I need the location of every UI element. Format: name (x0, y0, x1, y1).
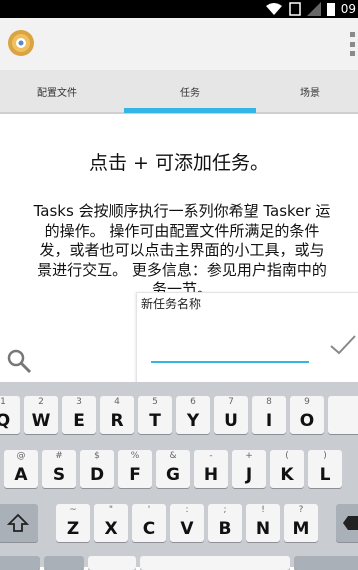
key-c[interactable]: ' C (132, 504, 166, 542)
tasks-description: Tasks 会按顺序执行一系列你希望 Tasker 运 的操作。 操作可由配置文… (0, 202, 358, 300)
signal-icon (306, 2, 321, 16)
description-line: Tasks 会按顺序执行一系列你希望 Tasker 运 (33, 202, 331, 220)
key-v[interactable]: :V (170, 504, 204, 542)
key-z[interactable]: ~ Z (56, 504, 90, 542)
status-time: 09 (340, 2, 356, 16)
key-w[interactable]: 2W (24, 396, 58, 434)
key-p[interactable] (328, 396, 358, 434)
selected-tab-indicator (124, 108, 256, 113)
key-m[interactable]: ? M (284, 504, 318, 542)
key-y[interactable]: 6Y (176, 396, 210, 434)
new-task-name-label: 新任务名称 (141, 297, 202, 311)
language-key[interactable] (88, 556, 136, 570)
settings-key[interactable] (44, 556, 84, 570)
key-b[interactable]: ; B (208, 504, 242, 542)
key-h[interactable]: -H (194, 450, 228, 488)
tab-bar: 配置文件 任务 场景 (0, 70, 358, 114)
status-icons: 09 (265, 0, 358, 18)
task-name-input[interactable] (151, 339, 309, 363)
key-r[interactable]: 4R (100, 396, 134, 434)
status-bar: 09 (0, 0, 358, 18)
tab-scenes[interactable]: 场景 (262, 70, 358, 112)
space-bar[interactable] (140, 556, 290, 570)
key-u[interactable]: 7U (214, 396, 248, 434)
key-x[interactable]: " X (94, 504, 128, 542)
key-g[interactable]: & G (156, 450, 190, 488)
add-task-hint: 点击 + 可添加任务。 (89, 152, 269, 174)
key-l[interactable]: ) L (308, 450, 342, 488)
no-sim-icon (288, 2, 301, 16)
key-q[interactable]: 1Q (0, 396, 20, 434)
description-line: 发，或者也可以点击主界面的小工具，或与 (39, 241, 325, 259)
key-n[interactable]: ! N (246, 504, 280, 542)
search-icon[interactable] (4, 346, 34, 376)
description-line: 景进行交互。 更多信息：参见用户指南中的 (37, 260, 327, 279)
key-a[interactable]: @ A (4, 450, 38, 488)
shift-arrow-icon (7, 513, 29, 532)
key-i[interactable]: 8I (252, 396, 286, 434)
key-t[interactable]: 5T (138, 396, 172, 434)
overflow-menu-icon[interactable] (350, 32, 358, 56)
key-d[interactable]: $ D (80, 450, 114, 488)
key-s[interactable]: # S (42, 450, 76, 488)
confirm-check-icon[interactable] (329, 331, 357, 359)
key-j[interactable]: + J (232, 450, 266, 488)
action-bar (0, 18, 358, 71)
key-e[interactable]: 3E (62, 396, 96, 434)
backspace-icon (343, 516, 358, 530)
tab-tasks[interactable]: 任务 (124, 70, 256, 112)
tasker-app-icon[interactable] (6, 28, 36, 58)
key-o[interactable]: 9O (290, 396, 324, 434)
description-line: 的操作。 操作可由配置文件所满足的条件 (44, 221, 320, 240)
backspace-key[interactable] (336, 504, 358, 542)
battery-icon (326, 3, 335, 16)
tab-profiles[interactable]: 配置文件 (0, 70, 114, 112)
new-task-name-dialog: 新任务名称 (136, 292, 358, 383)
wifi-icon (265, 3, 282, 15)
shift-key[interactable] (0, 504, 38, 542)
key-k[interactable]: (K (270, 450, 304, 488)
key-f[interactable]: % F (118, 450, 152, 488)
enter-key[interactable] (294, 556, 358, 570)
symbols-key[interactable] (0, 556, 40, 570)
